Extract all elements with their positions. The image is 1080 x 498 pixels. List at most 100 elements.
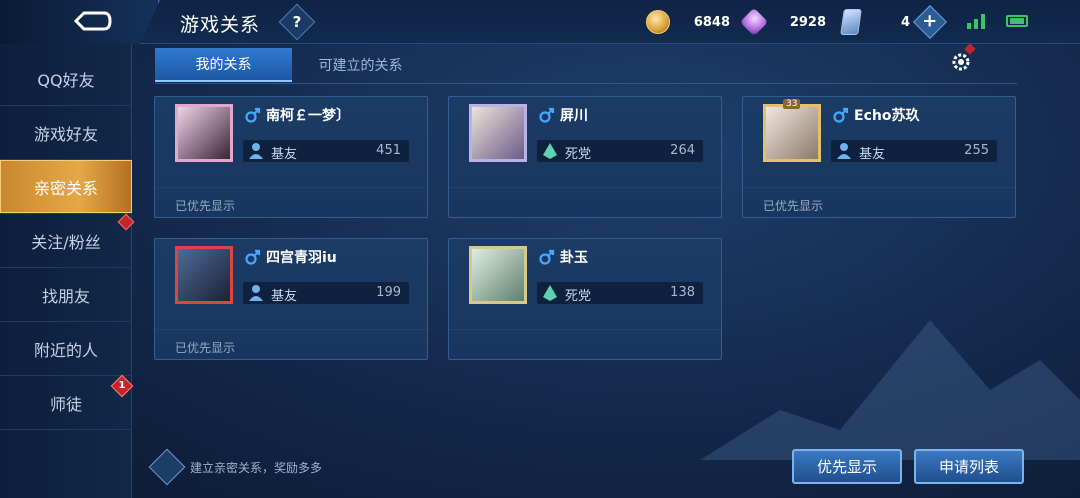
sidebar-item-qq-friends[interactable]: QQ好友: [0, 52, 132, 106]
sidebar-item-find-friends[interactable]: 找朋友: [0, 268, 132, 322]
mentor-count: 1: [118, 380, 126, 391]
relation-card[interactable]: 屏川 死党 264: [448, 96, 722, 218]
relation-bar: 死党 264: [537, 140, 703, 162]
avatar[interactable]: [469, 104, 527, 162]
male-icon: [245, 107, 261, 123]
button-label: 优先显示: [816, 458, 877, 476]
sidebar-item-intimate[interactable]: 亲密关系: [0, 160, 132, 214]
diamond-value: 2928: [789, 14, 826, 30]
relation-bar: 基友 451: [243, 140, 409, 162]
male-icon: [539, 107, 555, 123]
male-icon: [833, 107, 849, 123]
gold-currency: 6848: [646, 8, 730, 36]
relation-card[interactable]: 卦玉 死党 138: [448, 238, 722, 360]
sidebar: QQ好友 游戏好友 亲密关系 关注/粉丝 找朋友 附近的人 师徒 1: [0, 44, 135, 498]
intimacy-value: 199: [376, 285, 401, 300]
button-label: 申请列表: [938, 458, 999, 476]
friend-name: 屏川: [560, 108, 588, 124]
avatar[interactable]: 33: [763, 99, 821, 162]
gift-icon: [148, 448, 186, 486]
plus-icon: +: [922, 11, 938, 32]
name-row: Echo苏玖: [833, 105, 919, 125]
intimacy-value: 451: [376, 143, 401, 158]
apply-list-button[interactable]: 申请列表: [914, 449, 1024, 484]
sidebar-item-nearby[interactable]: 附近的人: [0, 322, 132, 376]
intimacy-value: 255: [964, 143, 989, 158]
bestie-icon: [543, 143, 557, 159]
signal-icon: [967, 14, 985, 29]
friend-name: 卦玉: [560, 250, 588, 266]
page-title: 游戏关系: [180, 14, 261, 36]
battery-icon: [1006, 15, 1028, 27]
name-row: 四宫青羽iu: [245, 247, 337, 267]
divider: [743, 187, 1015, 188]
friend-name: 南柯￡一梦〕: [266, 108, 350, 124]
ticket-value: 4: [900, 14, 910, 30]
buddy-icon: [837, 143, 851, 159]
sidebar-item-label: 关注/粉丝: [31, 232, 101, 252]
diamond-icon: [739, 7, 769, 37]
sidebar-item-label: QQ好友: [37, 70, 95, 90]
hint-text: 建立亲密关系，奖励多多: [190, 460, 323, 475]
background-mountain: [700, 320, 1080, 460]
help-icon[interactable]: ?: [278, 3, 316, 41]
sidebar-item-label: 师徒: [49, 394, 82, 414]
top-bar: 游戏关系 ? 6848 2928 4 +: [0, 0, 1080, 44]
divider: [449, 187, 721, 188]
relation-card[interactable]: 33 Echo苏玖 基友 255 已优先显示: [742, 96, 1016, 218]
gold-value: 6848: [693, 14, 730, 30]
divider: [155, 329, 427, 330]
relation-card[interactable]: 南柯￡一梦〕 基友 451 已优先显示: [154, 96, 428, 218]
intimacy-value: 138: [670, 285, 695, 300]
priority-display-button[interactable]: 优先显示: [792, 449, 902, 484]
back-button[interactable]: [0, 0, 160, 44]
sidebar-item-game-friends[interactable]: 游戏好友: [0, 106, 132, 160]
diamond-currency: 2928: [739, 7, 826, 37]
avatar[interactable]: [175, 104, 233, 162]
relation-bar: 基友 255: [831, 140, 997, 162]
relation-tabs: 我的关系 可建立的关系: [155, 48, 1017, 84]
sidebar-item-follow-fans[interactable]: 关注/粉丝: [0, 214, 132, 268]
avatar-level-badge: 33: [783, 99, 801, 109]
reward-hint: 建立亲密关系，奖励多多: [148, 448, 323, 486]
relation-card[interactable]: 四宫青羽iu 基友 199 已优先显示: [154, 238, 428, 360]
name-row: 南柯￡一梦〕: [245, 105, 350, 125]
back-arrow-icon: [74, 11, 112, 31]
avatar[interactable]: [469, 246, 527, 304]
male-icon: [245, 249, 261, 265]
male-icon: [539, 249, 555, 265]
friend-name: 四宫青羽iu: [266, 250, 337, 266]
ticket-currency: 4 +: [840, 5, 947, 39]
avatar[interactable]: [175, 246, 233, 304]
priority-status: 已优先显示: [763, 199, 824, 213]
buddy-icon: [249, 143, 263, 159]
friend-name: Echo苏玖: [854, 108, 920, 124]
sidebar-item-label: 找朋友: [41, 286, 90, 306]
help-label: ?: [292, 13, 302, 31]
add-ticket-button[interactable]: +: [913, 5, 947, 39]
tab-my-relations[interactable]: 我的关系: [155, 48, 292, 82]
relation-bar: 死党 138: [537, 282, 703, 304]
priority-status: 已优先显示: [175, 199, 236, 213]
relation-bar: 基友 199: [243, 282, 409, 304]
relation-type: 基友: [859, 147, 886, 162]
sidebar-item-label: 游戏好友: [33, 124, 98, 144]
divider: [449, 329, 721, 330]
tab-label: 可建立的关系: [318, 58, 403, 74]
sidebar-item-label: 附近的人: [33, 340, 98, 360]
divider: [155, 187, 427, 188]
sidebar-item-label: 亲密关系: [33, 178, 98, 198]
ticket-card-icon: [840, 9, 862, 35]
gold-coin-icon: [646, 10, 670, 34]
relation-type: 基友: [271, 289, 298, 304]
relation-type: 基友: [271, 147, 298, 162]
bestie-icon: [543, 285, 557, 301]
intimacy-value: 264: [670, 143, 695, 158]
tab-available-relations[interactable]: 可建立的关系: [292, 48, 429, 82]
name-row: 卦玉: [539, 247, 588, 267]
relation-type: 死党: [565, 147, 592, 162]
relation-type: 死党: [565, 289, 592, 304]
tab-label: 我的关系: [195, 57, 252, 73]
priority-status: 已优先显示: [175, 341, 236, 355]
buddy-icon: [249, 285, 263, 301]
